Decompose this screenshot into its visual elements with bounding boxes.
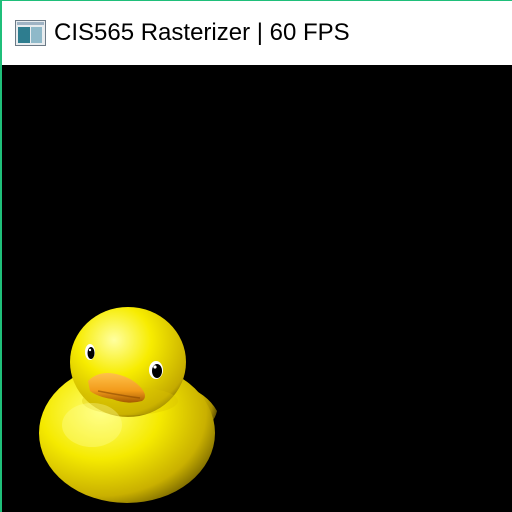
title-bar[interactable]: CIS565 Rasterizer | 60 FPS bbox=[2, 1, 512, 65]
application-window-icon bbox=[15, 20, 46, 46]
rubber-duck-render bbox=[39, 307, 217, 503]
app-window: CIS565 Rasterizer | 60 FPS bbox=[0, 0, 512, 512]
render-viewport[interactable] bbox=[2, 65, 512, 512]
window-title: CIS565 Rasterizer | 60 FPS bbox=[54, 19, 350, 46]
